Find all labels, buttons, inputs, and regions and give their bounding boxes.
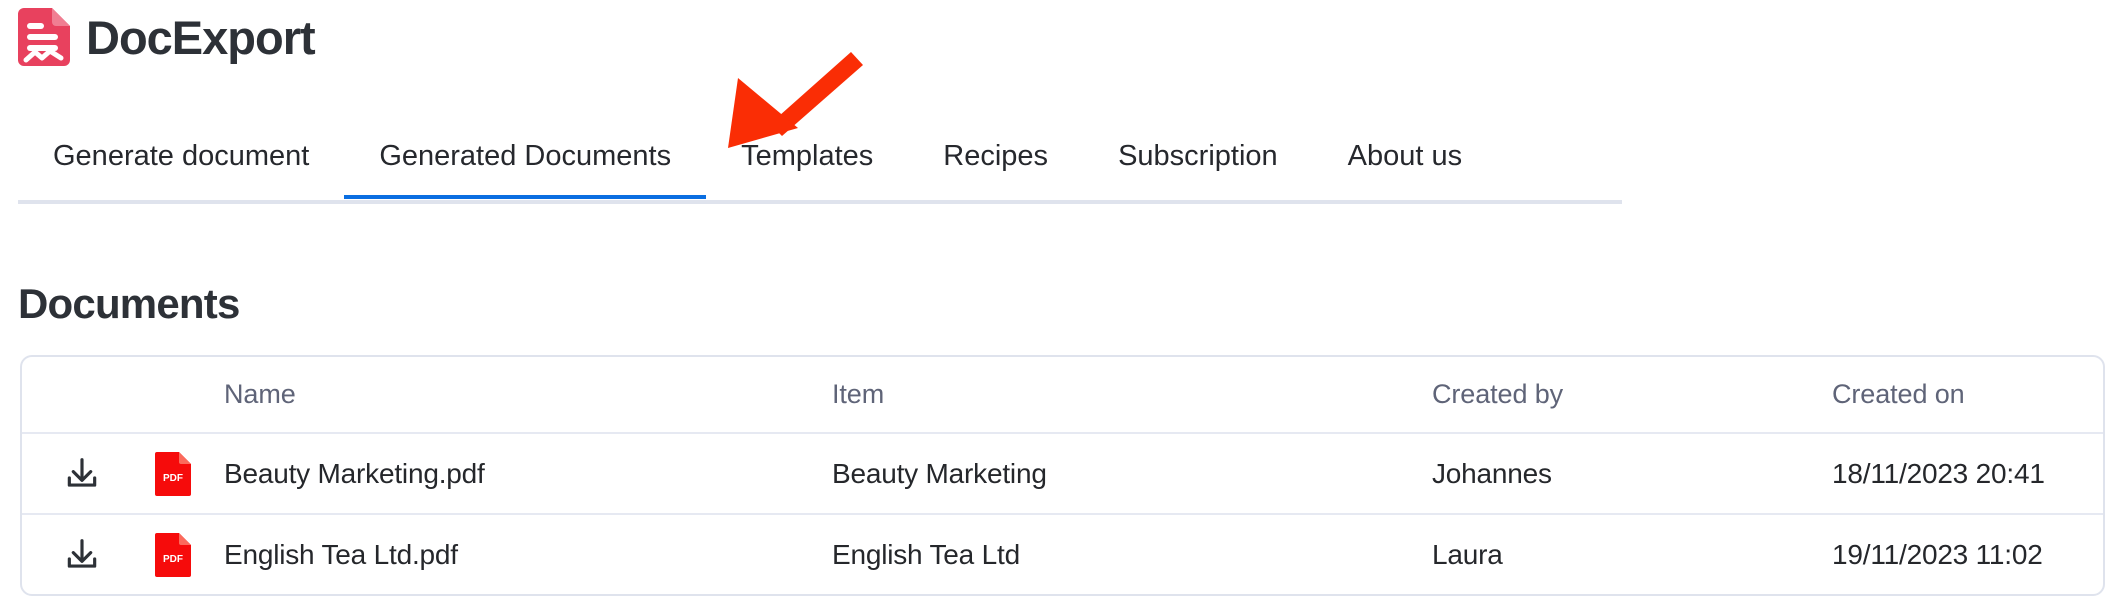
table-row[interactable]: PDF Beauty Marketing.pdf Beauty Marketin… xyxy=(22,432,2103,513)
cell-name: English Tea Ltd.pdf xyxy=(224,538,458,570)
table-header-row: Name Item Created by Created on xyxy=(22,357,2103,432)
header-notch xyxy=(962,355,992,357)
header-created-by: Created by xyxy=(1432,379,1564,409)
tab-recipes[interactable]: Recipes xyxy=(908,132,1083,195)
svg-text:PDF: PDF xyxy=(163,554,183,565)
tab-generated-documents[interactable]: Generated Documents xyxy=(344,132,706,200)
documents-table: Name Item Created by Created on PDF Beau… xyxy=(20,355,2105,596)
svg-text:PDF: PDF xyxy=(163,473,183,484)
tab-about-us[interactable]: About us xyxy=(1313,132,1497,195)
cell-created-by: Laura xyxy=(1432,538,1503,570)
pdf-file-icon: PDF xyxy=(142,532,204,577)
brand-header: DocExport xyxy=(18,8,316,66)
page-title: Documents xyxy=(18,280,240,327)
header-created-on: Created on xyxy=(1832,379,1965,409)
cell-created-by: Johannes xyxy=(1432,457,1552,489)
brand-name: DocExport xyxy=(86,10,316,64)
cell-name: Beauty Marketing.pdf xyxy=(224,457,485,489)
cell-item: Beauty Marketing xyxy=(832,457,1047,489)
header-name: Name xyxy=(224,379,296,409)
header-item: Item xyxy=(832,379,885,409)
main-navigation: Generate document Generated Documents Te… xyxy=(18,132,1622,204)
pdf-file-icon: PDF xyxy=(142,451,204,496)
tab-subscription[interactable]: Subscription xyxy=(1083,132,1313,195)
document-chart-icon xyxy=(18,8,70,66)
cell-item: English Tea Ltd xyxy=(832,538,1020,570)
app-page: DocExport Generate document Generated Do… xyxy=(0,0,2122,596)
cell-created-on: 19/11/2023 11:02 xyxy=(1832,538,2043,570)
download-button[interactable] xyxy=(22,455,142,493)
cell-created-on: 18/11/2023 20:41 xyxy=(1832,457,2045,489)
header-notch xyxy=(1170,355,1200,357)
tab-generate-document[interactable]: Generate document xyxy=(18,132,344,195)
table-row[interactable]: PDF English Tea Ltd.pdf English Tea Ltd … xyxy=(22,513,2103,594)
download-button[interactable] xyxy=(22,536,142,574)
tab-templates[interactable]: Templates xyxy=(706,132,908,195)
